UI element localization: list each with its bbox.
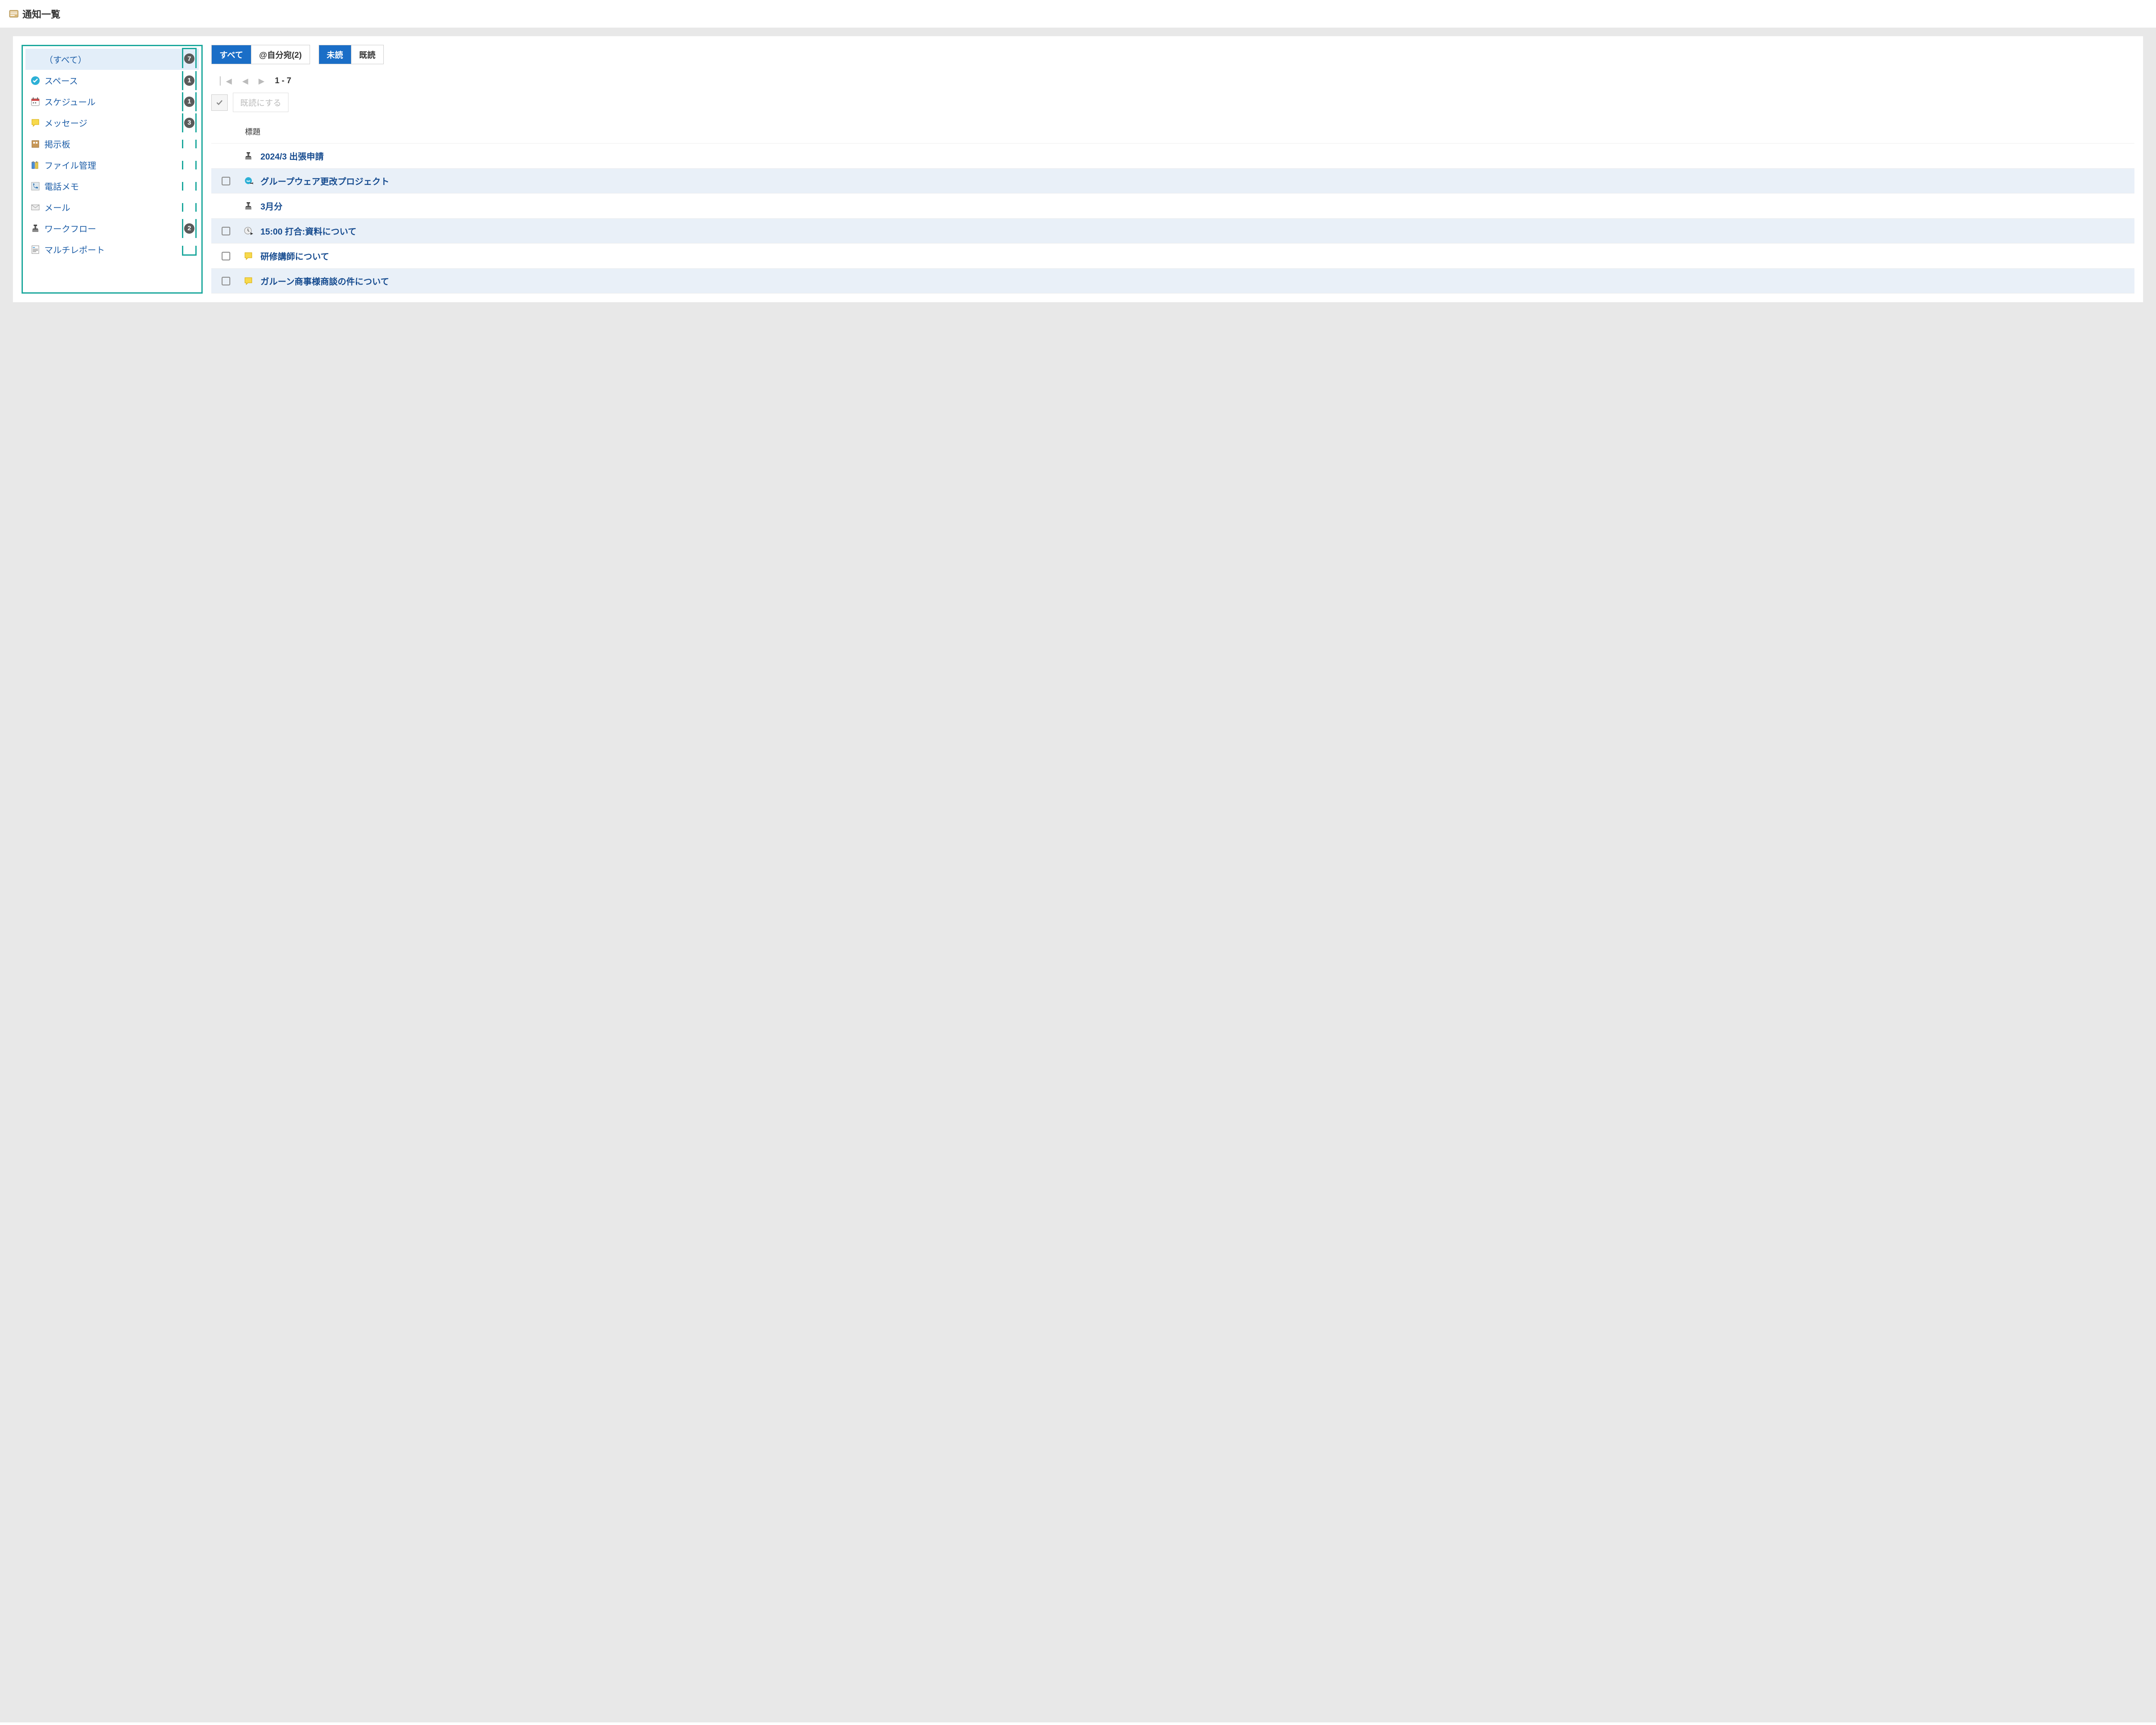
count-highlight-box: 1: [182, 92, 197, 111]
count-highlight-box: [182, 161, 197, 169]
tabs-row: すべて @自分宛(2) 未読 既読: [211, 45, 2134, 64]
sidebar-item-label: スケジュール: [44, 95, 178, 108]
notification-title[interactable]: グループウェア更改プロジェクト: [260, 175, 2130, 187]
sidebar-item-label: ワークフロー: [44, 222, 178, 235]
workflow-icon: [242, 201, 254, 211]
main-panel: すべて @自分宛(2) 未読 既読 ▏◀ ◀ ▶ 1 - 7 既: [211, 45, 2134, 294]
count-highlight-box: 2: [182, 219, 197, 238]
file-icon: [31, 160, 40, 170]
sidebar-item-space[interactable]: スペース 1: [25, 70, 199, 91]
page-first-icon[interactable]: ▏◀: [220, 77, 232, 86]
workflow-icon: [31, 224, 40, 233]
schedule-icon: [31, 97, 40, 106]
notification-row: グループウェア更改プロジェクト: [211, 169, 2134, 194]
count-highlight-box: 7: [182, 48, 197, 68]
page-next-icon[interactable]: ▶: [259, 77, 265, 86]
sidebar-count-badge: 3: [184, 118, 194, 128]
sidebar-item-label: ファイル管理: [44, 159, 178, 171]
row-checkbox[interactable]: [222, 177, 230, 185]
content-inner: （すべて） 7 スペース 1 スケジュール 1 メッセージ 3: [13, 36, 2143, 302]
sidebar: （すべて） 7 スペース 1 スケジュール 1 メッセージ 3: [22, 45, 203, 294]
count-highlight-box: [182, 203, 197, 212]
sidebar-item-file[interactable]: ファイル管理: [25, 154, 199, 175]
checkbox-cell: [216, 227, 236, 235]
checkbox-cell: [216, 277, 236, 285]
notification-row: 15:00 打合:資料について: [211, 219, 2134, 244]
notification-row: 研修講師について: [211, 244, 2134, 269]
page-header: 通知一覧: [0, 0, 2156, 28]
sidebar-count-badge: 7: [184, 53, 194, 64]
table-header-title: 標題: [211, 120, 2134, 144]
page-prev-icon[interactable]: ◀: [242, 77, 248, 86]
read-tab-group: 未読 既読: [319, 45, 384, 64]
space-icon: [242, 176, 254, 186]
count-highlight-box: [182, 246, 197, 256]
sidebar-count-badge: 1: [184, 75, 194, 86]
count-highlight-box: 3: [182, 113, 197, 132]
notification-title[interactable]: 15:00 打合:資料について: [260, 225, 2130, 237]
tab-read[interactable]: 既読: [351, 45, 383, 64]
notification-title[interactable]: 2024/3 出張申請: [260, 150, 2130, 162]
message-icon: [242, 276, 254, 286]
sidebar-item-workflow[interactable]: ワークフロー 2: [25, 218, 199, 239]
sidebar-item-label: メッセージ: [44, 116, 178, 129]
tab-to-me[interactable]: @自分宛(2): [251, 45, 310, 64]
tab-all[interactable]: すべて: [212, 45, 251, 64]
pagination: ▏◀ ◀ ▶ 1 - 7: [211, 72, 2134, 90]
message-icon: [242, 251, 254, 261]
filter-tab-group: すべて @自分宛(2): [211, 45, 310, 64]
space-icon: [31, 76, 40, 85]
sidebar-item-report[interactable]: マルチレポート: [25, 239, 199, 260]
sidebar-item-label: スペース: [44, 74, 178, 87]
row-checkbox[interactable]: [222, 227, 230, 235]
checkbox-cell: [216, 177, 236, 185]
notification-list-icon: [9, 9, 19, 19]
mark-read-button[interactable]: 既読にする: [233, 93, 288, 112]
mail-icon: [31, 203, 40, 212]
bulletin-icon: [31, 139, 40, 149]
notification-list: 2024/3 出張申請グループウェア更改プロジェクト 3月分 15:00 打合:資料…: [211, 144, 2134, 294]
sidebar-item-label: （すべて）: [44, 53, 178, 66]
row-checkbox[interactable]: [222, 252, 230, 260]
sidebar-item-label: 掲示板: [44, 138, 178, 150]
message-icon: [31, 118, 40, 128]
workflow-icon: [242, 151, 254, 161]
check-all-button[interactable]: [211, 94, 228, 111]
notification-title[interactable]: 3月分: [260, 200, 2130, 212]
notification-title[interactable]: ガルーン商事様商談の件について: [260, 275, 2130, 287]
sidebar-item-label: マルチレポート: [44, 243, 178, 256]
sidebar-item-phone[interactable]: 電話メモ: [25, 175, 199, 197]
page-title: 通知一覧: [22, 7, 60, 21]
count-highlight-box: [182, 182, 197, 191]
sidebar-item-all[interactable]: （すべて） 7: [25, 49, 199, 70]
tab-unread[interactable]: 未読: [319, 45, 351, 64]
content-wrapper: （すべて） 7 スペース 1 スケジュール 1 メッセージ 3: [0, 28, 2156, 1722]
page-range: 1 - 7: [275, 76, 291, 86]
notification-title[interactable]: 研修講師について: [260, 250, 2130, 262]
checkbox-cell: [216, 252, 236, 260]
toolbar: 既読にする: [211, 90, 2134, 120]
sidebar-item-message[interactable]: メッセージ 3: [25, 112, 199, 133]
check-icon: [216, 99, 223, 106]
schedule-icon: [242, 226, 254, 236]
sidebar-item-label: 電話メモ: [44, 180, 178, 192]
count-highlight-box: [182, 140, 197, 148]
phone-icon: [31, 182, 40, 191]
row-checkbox[interactable]: [222, 277, 230, 285]
count-highlight-box: 1: [182, 71, 197, 90]
sidebar-item-mail[interactable]: メール: [25, 197, 199, 218]
sidebar-item-label: メール: [44, 201, 178, 213]
notification-row: 2024/3 出張申請: [211, 144, 2134, 169]
sidebar-item-bulletin[interactable]: 掲示板: [25, 133, 199, 154]
notification-row: 3月分: [211, 194, 2134, 219]
notification-row: ガルーン商事様商談の件について: [211, 269, 2134, 294]
sidebar-count-badge: 1: [184, 97, 194, 107]
report-icon: [31, 245, 40, 254]
sidebar-count-badge: 2: [184, 223, 194, 234]
sidebar-item-schedule[interactable]: スケジュール 1: [25, 91, 199, 112]
